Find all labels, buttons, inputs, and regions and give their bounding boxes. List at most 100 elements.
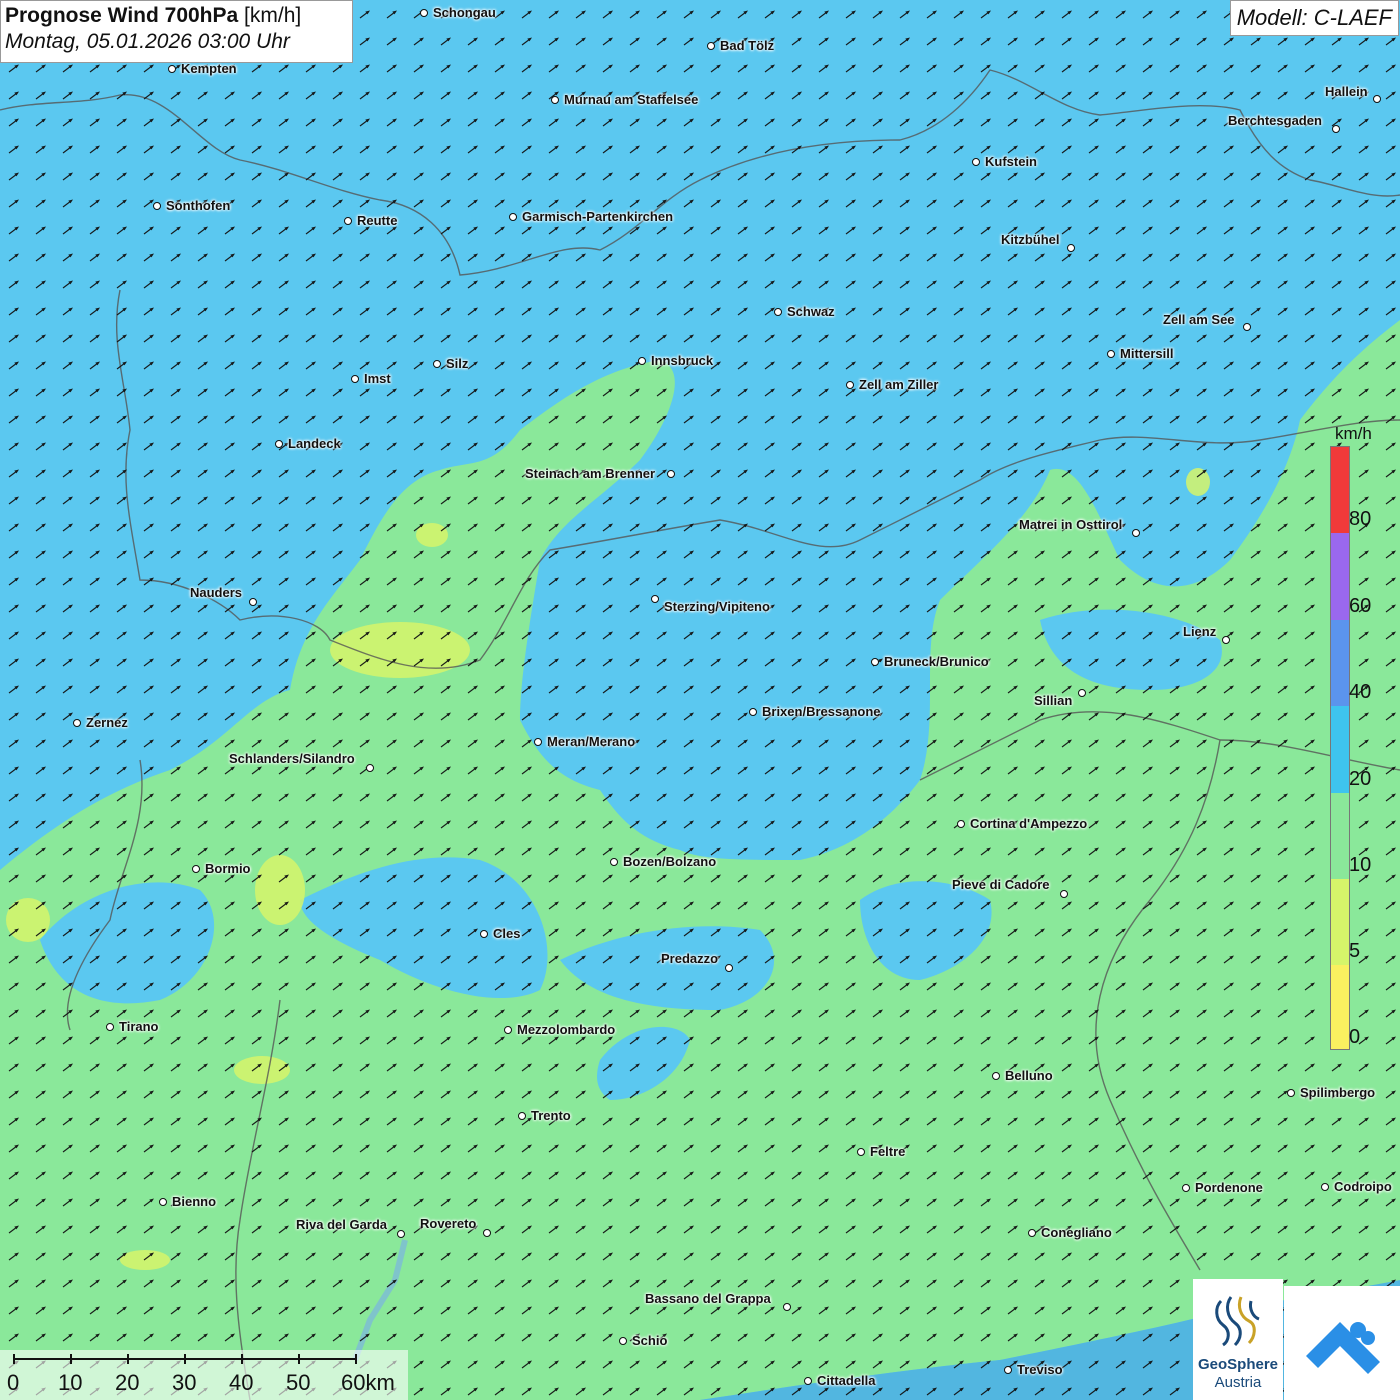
city-label: Cortina d'Ampezzo xyxy=(970,816,1088,831)
city-label: Zernez xyxy=(86,715,128,730)
wind-cloud-logo-icon xyxy=(1306,1322,1380,1374)
scale-label: 0 xyxy=(7,1370,20,1395)
city-marker xyxy=(1332,125,1340,133)
city-label: Tirano xyxy=(119,1019,159,1034)
city-marker xyxy=(509,213,517,221)
city-label: Kufstein xyxy=(985,154,1037,169)
city-marker xyxy=(73,719,81,727)
city-label: Landeck xyxy=(288,436,341,451)
city-label: Schwaz xyxy=(787,304,835,319)
title-box: Prognose Wind 700hPa [km/h] Montag, 05.0… xyxy=(0,0,353,63)
city-marker xyxy=(483,1229,491,1237)
city-label: Zell am Ziller xyxy=(859,377,939,392)
city-label: Rovereto xyxy=(420,1216,477,1231)
city-label: Berchtesgaden xyxy=(1228,113,1322,128)
city-label: Innsbruck xyxy=(651,353,714,368)
scale-tick xyxy=(184,1354,186,1364)
city-label: Schongau xyxy=(433,5,496,20)
city-label: Bassano del Grappa xyxy=(645,1291,771,1306)
city-label: Reutte xyxy=(357,213,398,228)
city-label: Bienno xyxy=(172,1194,217,1209)
city-marker xyxy=(1067,244,1075,252)
scale-label: 10 xyxy=(58,1370,83,1395)
city-marker xyxy=(1243,323,1251,331)
city-label: Schio xyxy=(632,1333,668,1348)
city-label: Belluno xyxy=(1005,1068,1053,1083)
city-label: Zell am See xyxy=(1163,312,1235,327)
city-label: Garmisch-Partenkirchen xyxy=(522,209,674,224)
city-label: Kempten xyxy=(181,61,237,76)
geosphere-logo[interactable]: GeoSphere Austria xyxy=(1193,1279,1283,1400)
city-marker xyxy=(871,658,879,666)
city-label: Trento xyxy=(531,1108,571,1123)
legend-segment-20 xyxy=(1331,706,1349,793)
city-label: Riva del Garda xyxy=(296,1217,388,1232)
logo-text-line2: Austria xyxy=(1214,1374,1262,1391)
city-marker xyxy=(992,1072,1000,1080)
scale-label: 40 xyxy=(229,1370,254,1395)
city-marker xyxy=(610,858,618,866)
legend-label: 60 xyxy=(1349,595,1372,617)
scale-tick xyxy=(127,1354,129,1364)
map-title: Prognose Wind 700hPa xyxy=(5,4,239,27)
city-marker xyxy=(804,1377,812,1385)
city-label: Bozen/Bolzano xyxy=(623,854,717,869)
city-marker xyxy=(846,381,854,389)
model-label: Modell: C-LAEF xyxy=(1229,0,1399,36)
city-marker xyxy=(518,1112,526,1120)
city-marker xyxy=(249,598,257,606)
city-marker xyxy=(106,1023,114,1031)
city-label: Feltre xyxy=(870,1144,906,1159)
city-marker xyxy=(351,375,359,383)
scale-tick xyxy=(70,1354,72,1364)
city-label: Spilimbergo xyxy=(1300,1085,1376,1100)
city-marker xyxy=(153,202,161,210)
city-label: Mezzolombardo xyxy=(517,1022,616,1037)
legend-unit: km/h xyxy=(1335,424,1372,443)
city-marker xyxy=(344,217,352,225)
city-label: Schlanders/Silandro xyxy=(229,751,355,766)
legend-label: 80 xyxy=(1349,508,1372,530)
city-marker xyxy=(433,360,441,368)
legend-label: 40 xyxy=(1349,681,1372,703)
city-marker xyxy=(1060,890,1068,898)
city-label: Hallein xyxy=(1325,84,1368,99)
city-marker xyxy=(1287,1089,1295,1097)
weather-app-logo[interactable] xyxy=(1284,1286,1400,1400)
scale-tick xyxy=(13,1354,15,1364)
city-marker xyxy=(667,470,675,478)
city-label: Cittadella xyxy=(817,1373,876,1388)
city-marker xyxy=(1182,1184,1190,1192)
city-label: Nauders xyxy=(190,585,243,600)
city-label: Imst xyxy=(364,371,391,386)
city-label: Meran/Merano xyxy=(547,734,636,749)
city-label: Matrei in Osttirol xyxy=(1019,517,1123,532)
city-label: Murnau am Staffelsee xyxy=(564,92,699,107)
city-marker xyxy=(366,764,374,772)
city-marker xyxy=(857,1148,865,1156)
legend-colorbar xyxy=(1330,446,1350,1050)
forecast-datetime: Montag, 05.01.2026 03:00 Uhr xyxy=(5,30,290,53)
city-marker xyxy=(551,96,559,104)
city-marker xyxy=(1078,689,1086,697)
city-marker xyxy=(638,357,646,365)
map-unit: [km/h] xyxy=(244,4,302,27)
legend-label: 0 xyxy=(1349,1026,1361,1048)
city-marker xyxy=(1321,1183,1329,1191)
scale-bar: 0 10 20 30 40 50 60km xyxy=(0,1350,408,1400)
city-marker xyxy=(275,440,283,448)
legend-label: 10 xyxy=(1349,854,1372,876)
city-marker xyxy=(707,42,715,50)
city-marker xyxy=(1004,1366,1012,1374)
city-label: Predazzo xyxy=(661,951,719,966)
city-marker xyxy=(504,1026,512,1034)
city-marker xyxy=(1028,1229,1036,1237)
city-label: Treviso xyxy=(1017,1362,1063,1377)
city-label: Bad Tölz xyxy=(720,38,775,53)
city-label: Codroipo xyxy=(1334,1179,1392,1194)
scale-label: 20 xyxy=(115,1370,140,1395)
city-label: Conegliano xyxy=(1041,1225,1112,1240)
city-marker xyxy=(749,708,757,716)
city-label: Bruneck/Brunico xyxy=(884,654,989,669)
geosphere-emblem-icon xyxy=(1215,1296,1260,1347)
